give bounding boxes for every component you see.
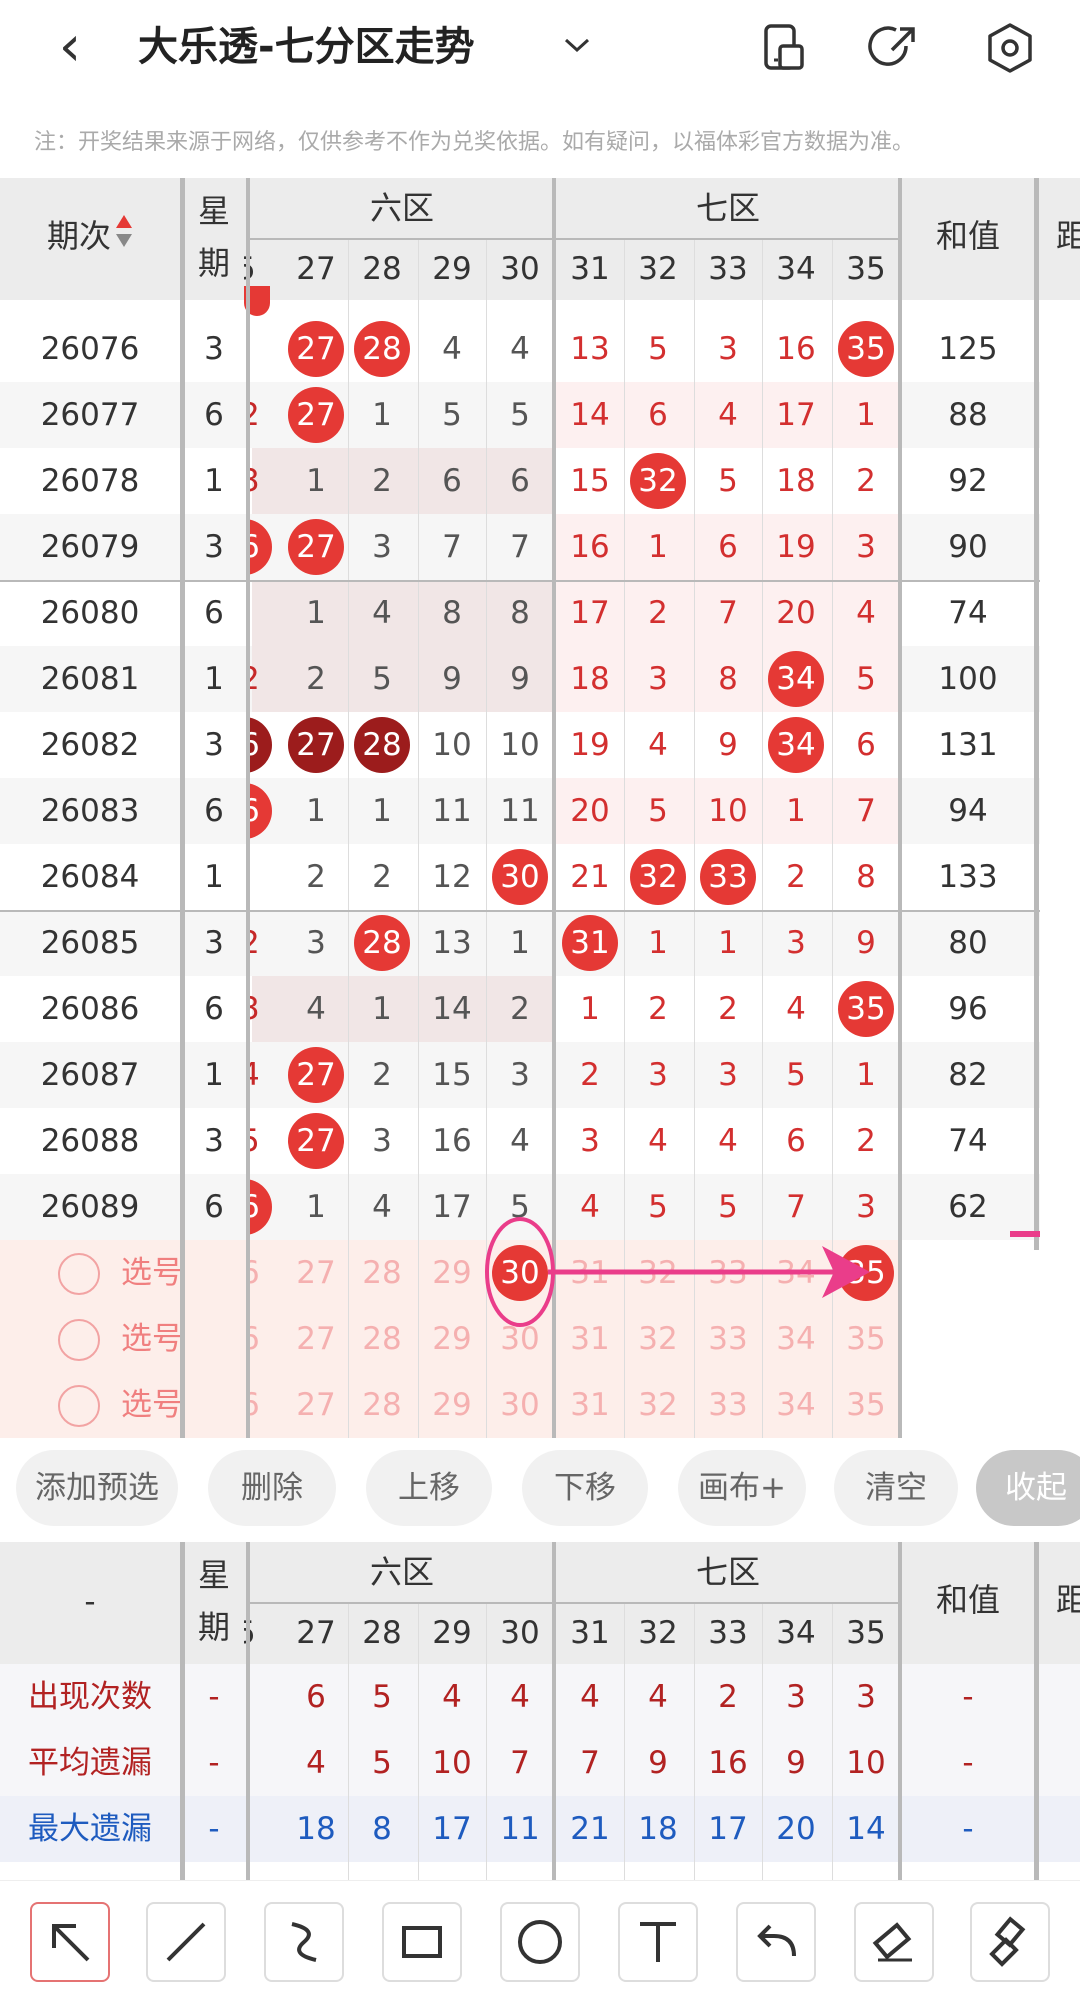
stats-number-header: 32 (638, 1615, 678, 1651)
text-tool-icon[interactable] (618, 1902, 698, 1982)
stats-number-header: 27 (296, 1615, 336, 1651)
stats-week-header-bottom: 期 (197, 1608, 230, 1646)
annotation-ellipse (485, 1217, 555, 1327)
stats-column-divider (246, 1542, 250, 1882)
stats-column-divider (1034, 1542, 1039, 1882)
stats-value: 5 (372, 1679, 392, 1715)
stats-label: 平均遗漏 (28, 1745, 152, 1781)
stats-value: 4 (306, 1745, 326, 1781)
stats-value: 3 (786, 1679, 806, 1715)
toolbar-button[interactable]: 添加预选 (16, 1450, 178, 1526)
stats-column-divider (552, 1542, 556, 1882)
back-icon[interactable]: ‹ (40, 14, 100, 80)
stats-value: 7 (580, 1745, 600, 1781)
stats-value: 14 (846, 1811, 886, 1847)
stats-label: 出现次数 (28, 1679, 152, 1715)
clear-canvas-icon[interactable] (970, 1902, 1050, 1982)
stats-value: 18 (638, 1811, 678, 1847)
curve-tool-icon[interactable] (264, 1902, 344, 1982)
chevron-down-icon[interactable] (552, 20, 602, 70)
settings-icon[interactable] (982, 20, 1038, 76)
stats-week: - (208, 1745, 220, 1781)
stats-period-header: - (84, 1584, 96, 1620)
toolbar-button[interactable]: 下移 (522, 1450, 648, 1526)
stats-value: 8 (372, 1811, 392, 1847)
stats-week: - (208, 1679, 220, 1715)
stats-value: 2 (718, 1679, 738, 1715)
toolbar-button[interactable]: 上移 (366, 1450, 492, 1526)
stats-value: 4 (580, 1679, 600, 1715)
stats-sum: - (962, 1679, 974, 1715)
stats-cell-divider (418, 1604, 419, 1882)
stats-cell-divider (348, 1604, 349, 1882)
stats-cell-divider (832, 1604, 833, 1882)
stats-value: 20 (776, 1811, 816, 1847)
phone-layout-icon[interactable] (756, 20, 812, 76)
stats-value: 4 (648, 1679, 668, 1715)
page-title: 大乐透-七分区走势 (138, 24, 475, 70)
stats-week: - (208, 1811, 220, 1847)
stats-number-header: 34 (776, 1615, 816, 1651)
stats-number-header: 31 (570, 1615, 610, 1651)
stats-column-divider (180, 1542, 185, 1882)
stats-number-header: 35 (846, 1615, 886, 1651)
toolbar-button[interactable]: 清空 (834, 1450, 958, 1526)
stats-table: - 星 期 六区 七区 和值 距 5 272829303132333435 出现… (0, 1542, 1080, 1882)
stats-column-divider (898, 1542, 902, 1882)
stats-value: 4 (510, 1679, 530, 1715)
stats-zone6-header: 六区 (369, 1553, 434, 1591)
circle-tool-icon[interactable] (500, 1902, 580, 1982)
stats-value: 9 (786, 1745, 806, 1781)
stats-number-header: 33 (708, 1615, 748, 1651)
annotation-overlay (485, 1217, 1040, 1327)
stats-value: 10 (846, 1745, 886, 1781)
toolbar-button[interactable]: 收起 (976, 1450, 1080, 1526)
disclaimer-notice: 注：开奖结果来源于网络，仅供参考不作为兑奖依据。如有疑问，以福体彩官方数据为准。 (34, 130, 915, 155)
eraser-icon[interactable] (854, 1902, 934, 1982)
stats-number-header: 28 (362, 1615, 402, 1651)
toolbar-button[interactable]: 删除 (208, 1450, 336, 1526)
stats-sum-header: 和值 (935, 1581, 1000, 1619)
stats-number-header: 30 (500, 1615, 540, 1651)
stats-cell-divider (694, 1604, 695, 1882)
trend-table: 期次 星 期 六区 七区 和值 距 5 272829303132333435 2… (0, 178, 1080, 1438)
stats-sum: - (962, 1745, 974, 1781)
stats-week-header-top: 星 (197, 1556, 230, 1594)
undo-icon[interactable] (736, 1902, 816, 1982)
arrow-tool-icon[interactable] (30, 1902, 110, 1982)
rectangle-tool-icon[interactable] (382, 1902, 462, 1982)
stats-value: 11 (500, 1811, 540, 1847)
stats-value: 9 (648, 1745, 668, 1781)
stats-value: 10 (432, 1745, 472, 1781)
stats-value: 3 (856, 1679, 876, 1715)
stats-value: 21 (570, 1811, 610, 1847)
stats-partial-header: 距 (1055, 1581, 1080, 1619)
stats-sum: - (962, 1811, 974, 1847)
toolbar-button[interactable]: 画布+ (678, 1450, 806, 1526)
stats-value: 17 (708, 1811, 748, 1847)
stats-number-header: 29 (432, 1615, 472, 1651)
stats-value: 4 (442, 1679, 462, 1715)
stats-cell-divider (486, 1604, 487, 1882)
stats-value: 5 (372, 1745, 392, 1781)
share-icon[interactable] (866, 20, 922, 76)
stats-value: 16 (708, 1745, 748, 1781)
line-tool-icon[interactable] (146, 1902, 226, 1982)
stats-label: 最大遗漏 (28, 1811, 152, 1847)
stats-cell-divider (624, 1604, 625, 1882)
stats-value: 17 (432, 1811, 472, 1847)
stats-value: 6 (306, 1679, 326, 1715)
app-header: ‹ 大乐透-七分区走势 (0, 0, 1080, 94)
stats-value: 18 (296, 1811, 336, 1847)
stats-cell-divider (762, 1604, 763, 1882)
stats-header-divider (250, 1602, 900, 1604)
stats-zone7-header: 七区 (695, 1553, 760, 1591)
stats-value: 7 (510, 1745, 530, 1781)
